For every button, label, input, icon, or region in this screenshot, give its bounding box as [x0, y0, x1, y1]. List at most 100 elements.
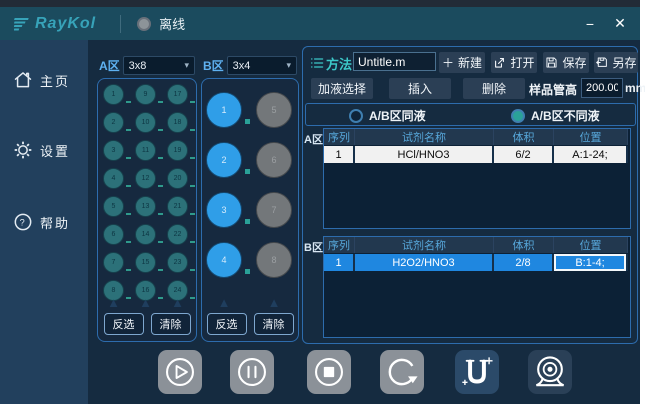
radio-different-liquid[interactable]: A/B区不同液 [511, 107, 600, 124]
well-a-10[interactable]: 10 [135, 112, 156, 133]
plate-a-column-selectors[interactable]: ▲ ▲ ▲ [103, 296, 188, 309]
well-b-4[interactable]: 4 [206, 242, 242, 278]
plate-a-size-select[interactable]: 3x8 ▾ [123, 56, 195, 75]
home-icon [13, 70, 33, 90]
sidebar-item-home[interactable]: 主页 [13, 68, 70, 92]
radio-same-liquid[interactable]: A/B区同液 [349, 107, 426, 124]
tube-height-input[interactable] [581, 78, 623, 98]
column-selector-icon[interactable]: ▲ [135, 296, 156, 309]
table-cell[interactable]: 1 [324, 254, 355, 271]
delete-button[interactable]: 删除 [463, 78, 525, 99]
table-cell[interactable]: 2/8 [494, 254, 554, 271]
well-a-2[interactable]: 2 [103, 112, 124, 133]
well-a-12[interactable]: 12 [135, 168, 156, 189]
well-a-18[interactable]: 18 [167, 112, 188, 133]
table-b-rows[interactable]: 1H2O2/HNO32/8B:1-4; [324, 253, 630, 271]
well-a-22[interactable]: 22 [167, 224, 188, 245]
new-method-button[interactable]: ＋ 新建 [439, 52, 485, 73]
table-cell[interactable]: HCl/HNO3 [355, 146, 494, 163]
plate-b-size-select[interactable]: 3x4 ▾ [227, 56, 297, 75]
plate-b-column-selectors[interactable]: ▲▲ [206, 296, 292, 309]
table-a-header: 序列试剂名称体积位置 [324, 129, 630, 145]
method-label: 方法 [326, 54, 352, 73]
save-as-method-button[interactable]: 另存 [594, 52, 638, 73]
plate-b-invert-button[interactable]: 反选 [207, 313, 247, 335]
table-cell[interactable]: B:1-4; [554, 254, 628, 271]
well-a-3[interactable]: 3 [103, 140, 124, 161]
sidebar-item-settings[interactable]: 设置 [13, 138, 70, 162]
table-row[interactable]: 1H2O2/HNO32/8B:1-4; [324, 253, 630, 271]
add-liquid-button[interactable]: 加液选择 [311, 78, 373, 99]
play-button[interactable] [158, 350, 202, 394]
insert-button[interactable]: 插入 [389, 78, 451, 99]
plate-a-invert-button[interactable]: 反选 [104, 313, 144, 335]
well-a-6[interactable]: 6 [103, 224, 124, 245]
sidebar-item-help[interactable]: ? 帮助 [13, 210, 70, 234]
table-cell[interactable]: H2O2/HNO3 [355, 254, 494, 271]
column-header: 体积 [494, 237, 554, 253]
well-a-23[interactable]: 23 [167, 252, 188, 273]
well-a-7[interactable]: 7 [103, 252, 124, 273]
table-a-zone-label: A区 [304, 131, 323, 147]
well-b-8[interactable]: 8 [256, 242, 292, 278]
offline-dot-icon [137, 17, 151, 31]
well-b-5[interactable]: 5 [256, 92, 292, 128]
title-bar: RayKol 离线 − ✕ [0, 7, 640, 40]
sidebar-item-label: 设置 [40, 141, 70, 160]
plate-b-header: B区 3x4 ▾ [203, 56, 297, 75]
well-a-4[interactable]: 4 [103, 168, 124, 189]
sidebar-item-label: 主页 [40, 71, 70, 90]
well-a-20[interactable]: 20 [167, 168, 188, 189]
plate-a-header: A区 3x8 ▾ [99, 56, 195, 75]
well-b-1[interactable]: 1 [206, 92, 242, 128]
well-a-9[interactable]: 9 [135, 84, 156, 105]
table-cell[interactable]: 6/2 [494, 146, 554, 163]
well-a-14[interactable]: 14 [135, 224, 156, 245]
column-selector-icon[interactable]: ▲ [206, 296, 242, 309]
table-a[interactable]: 序列试剂名称体积位置 1HCl/HNO36/2A:1-24; [323, 128, 631, 229]
well-a-1[interactable]: 1 [103, 84, 124, 105]
table-cell[interactable]: 1 [324, 146, 355, 163]
table-cell[interactable]: A:1-24; [554, 146, 628, 163]
column-header: 试剂名称 [355, 129, 494, 145]
well-a-19[interactable]: 19 [167, 140, 188, 161]
table-b[interactable]: 序列试剂名称体积位置 1H2O2/HNO32/8B:1-4; [323, 236, 631, 338]
well-b-6[interactable]: 6 [256, 142, 292, 178]
well-b-3[interactable]: 3 [206, 192, 242, 228]
column-selector-icon[interactable]: ▲ [167, 296, 188, 309]
well-a-11[interactable]: 11 [135, 140, 156, 161]
brand-stripes-icon [14, 17, 30, 31]
minimize-button[interactable]: − [578, 12, 602, 36]
table-a-rows[interactable]: 1HCl/HNO36/2A:1-24; [324, 145, 630, 163]
stop-button[interactable] [307, 350, 351, 394]
camera-button[interactable] [528, 350, 572, 394]
column-header: 位置 [554, 237, 628, 253]
open-method-button[interactable]: 打开 [491, 52, 537, 73]
save-method-button[interactable]: 保存 [543, 52, 589, 73]
table-row[interactable]: 1HCl/HNO36/2A:1-24; [324, 145, 630, 163]
well-a-15[interactable]: 15 [135, 252, 156, 273]
well-b-7[interactable]: 7 [256, 192, 292, 228]
method-filename-input[interactable] [353, 52, 436, 71]
repeat-button[interactable] [380, 350, 424, 394]
well-a-21[interactable]: 21 [167, 196, 188, 217]
plate-b-zone-label: B区 [203, 57, 224, 74]
close-button[interactable]: ✕ [608, 12, 632, 36]
plate-b: 15263748 ▲▲ 反选 清除 [201, 78, 299, 342]
plate-b-clear-button[interactable]: 清除 [254, 313, 294, 335]
brand-name: RayKol [35, 15, 96, 33]
plate-a-clear-button[interactable]: 清除 [151, 313, 191, 335]
prime-tube-button[interactable] [455, 350, 499, 394]
well-a-17[interactable]: 17 [167, 84, 188, 105]
plate-a-size-value: 3x8 [129, 60, 147, 72]
column-selector-icon[interactable]: ▲ [256, 296, 292, 309]
plate-b-grid: 15263748 [206, 92, 292, 278]
column-selector-icon[interactable]: ▲ [103, 296, 124, 309]
pause-button[interactable] [230, 350, 274, 394]
dropdown-caret-icon: ▾ [184, 60, 189, 71]
well-b-2[interactable]: 2 [206, 142, 242, 178]
well-a-5[interactable]: 5 [103, 196, 124, 217]
column-header: 位置 [554, 129, 628, 145]
titlebar-divider [120, 15, 121, 33]
well-a-13[interactable]: 13 [135, 196, 156, 217]
